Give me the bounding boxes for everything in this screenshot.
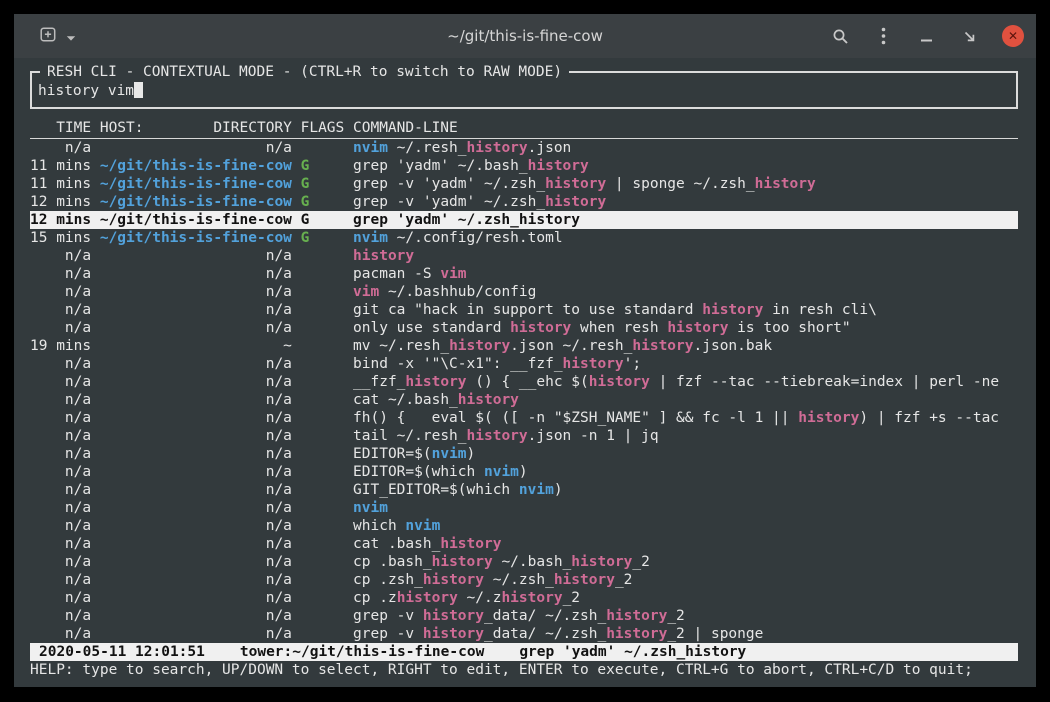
query-box-title: RESH CLI - CONTEXTUAL MODE - (CTRL+R to …: [40, 63, 569, 81]
history-row[interactable]: n/a n/a GIT_EDITOR=$(which nvim): [30, 481, 1018, 499]
history-row[interactable]: 11 mins ~/git/this-is-fine-cow G grep 'y…: [30, 157, 1018, 175]
history-row[interactable]: n/a n/a cp .zsh_history ~/.zsh_history_2: [30, 571, 1018, 589]
history-row[interactable]: n/a n/a nvim ~/.resh_history.json: [30, 139, 1018, 157]
history-row[interactable]: n/a n/a __fzf_history () { __ehc $(histo…: [30, 373, 1018, 391]
history-row[interactable]: n/a n/a history: [30, 247, 1018, 265]
new-tab-icon: [40, 26, 57, 47]
status-timestamp: 2020-05-11 12:01:51: [39, 643, 205, 661]
chevron-down-icon[interactable]: [66, 27, 76, 46]
history-list: n/a n/a nvim ~/.resh_history.json11 mins…: [30, 139, 1018, 643]
close-button[interactable]: ✕: [1002, 25, 1024, 47]
history-row[interactable]: n/a n/a nvim: [30, 499, 1018, 517]
status-location: tower:~/git/this-is-fine-cow: [240, 643, 484, 661]
query-text: history vim: [38, 83, 134, 99]
history-row[interactable]: n/a n/a only use standard history when r…: [30, 319, 1018, 337]
history-row[interactable]: 19 mins ~ mv ~/.resh_history.json ~/.res…: [30, 337, 1018, 355]
history-row[interactable]: 11 mins ~/git/this-is-fine-cow G grep -v…: [30, 175, 1018, 193]
history-row[interactable]: n/a n/a cp .zhistory ~/.zhistory_2: [30, 589, 1018, 607]
help-line: HELP: type to search, UP/DOWN to select,…: [30, 661, 1018, 679]
status-bar: 2020-05-11 12:01:51 tower:~/git/this-is-…: [30, 643, 1018, 661]
close-icon: ✕: [1008, 29, 1018, 43]
history-row[interactable]: n/a n/a bind -x '"\C-x1": __fzf_history'…: [30, 355, 1018, 373]
terminal-window: ~/git/this-is-fine-cow ✕: [14, 14, 1036, 687]
history-row[interactable]: n/a n/a tail ~/.resh_history.json -n 1 |…: [30, 427, 1018, 445]
terminal: RESH CLI - CONTEXTUAL MODE - (CTRL+R to …: [14, 58, 1036, 687]
minimize-button[interactable]: [916, 24, 936, 48]
history-row[interactable]: n/a n/a fh() { eval $( ([ -n "$ZSH_NAME"…: [30, 409, 1018, 427]
status-command: grep 'yadm' ~/.zsh_history: [519, 643, 746, 661]
history-row[interactable]: n/a n/a pacman -S vim: [30, 265, 1018, 283]
history-row[interactable]: n/a n/a cat ~/.bash_history: [30, 391, 1018, 409]
history-row[interactable]: n/a n/a git ca "hack in support to use s…: [30, 301, 1018, 319]
screen: ~/git/this-is-fine-cow ✕: [0, 0, 1050, 702]
menu-button[interactable]: [873, 24, 893, 48]
history-header: TIME HOST: DIRECTORY FLAGS COMMAND-LINE: [30, 119, 1018, 139]
kebab-menu-icon: [881, 27, 886, 45]
new-tab-button[interactable]: [40, 26, 76, 47]
history-row[interactable]: n/a n/a vim ~/.bashhub/config: [30, 283, 1018, 301]
history-row[interactable]: n/a n/a grep -v history_data/ ~/.zsh_his…: [30, 625, 1018, 643]
history-row[interactable]: n/a n/a EDITOR=$(nvim): [30, 445, 1018, 463]
history-row[interactable]: n/a n/a grep -v history_data/ ~/.zsh_his…: [30, 607, 1018, 625]
history-row[interactable]: n/a n/a which nvim: [30, 517, 1018, 535]
history-row[interactable]: 12 mins ~/git/this-is-fine-cow G grep -v…: [30, 193, 1018, 211]
search-button[interactable]: [830, 24, 850, 48]
restore-icon: [962, 29, 977, 44]
titlebar: ~/git/this-is-fine-cow ✕: [14, 14, 1036, 58]
history-row[interactable]: 15 mins ~/git/this-is-fine-cow G nvim ~/…: [30, 229, 1018, 247]
minimize-icon: [920, 29, 933, 43]
text-cursor: [134, 82, 143, 98]
history-row[interactable]: n/a n/a EDITOR=$(which nvim): [30, 463, 1018, 481]
restore-button[interactable]: [959, 24, 979, 48]
search-icon: [832, 28, 849, 45]
history-row[interactable]: n/a n/a cp .bash_history ~/.bash_history…: [30, 553, 1018, 571]
history-row[interactable]: n/a n/a cat .bash_history: [30, 535, 1018, 553]
query-box[interactable]: RESH CLI - CONTEXTUAL MODE - (CTRL+R to …: [30, 71, 1018, 109]
history-row-selected[interactable]: 12 mins ~/git/this-is-fine-cow G grep 'y…: [30, 211, 1018, 229]
